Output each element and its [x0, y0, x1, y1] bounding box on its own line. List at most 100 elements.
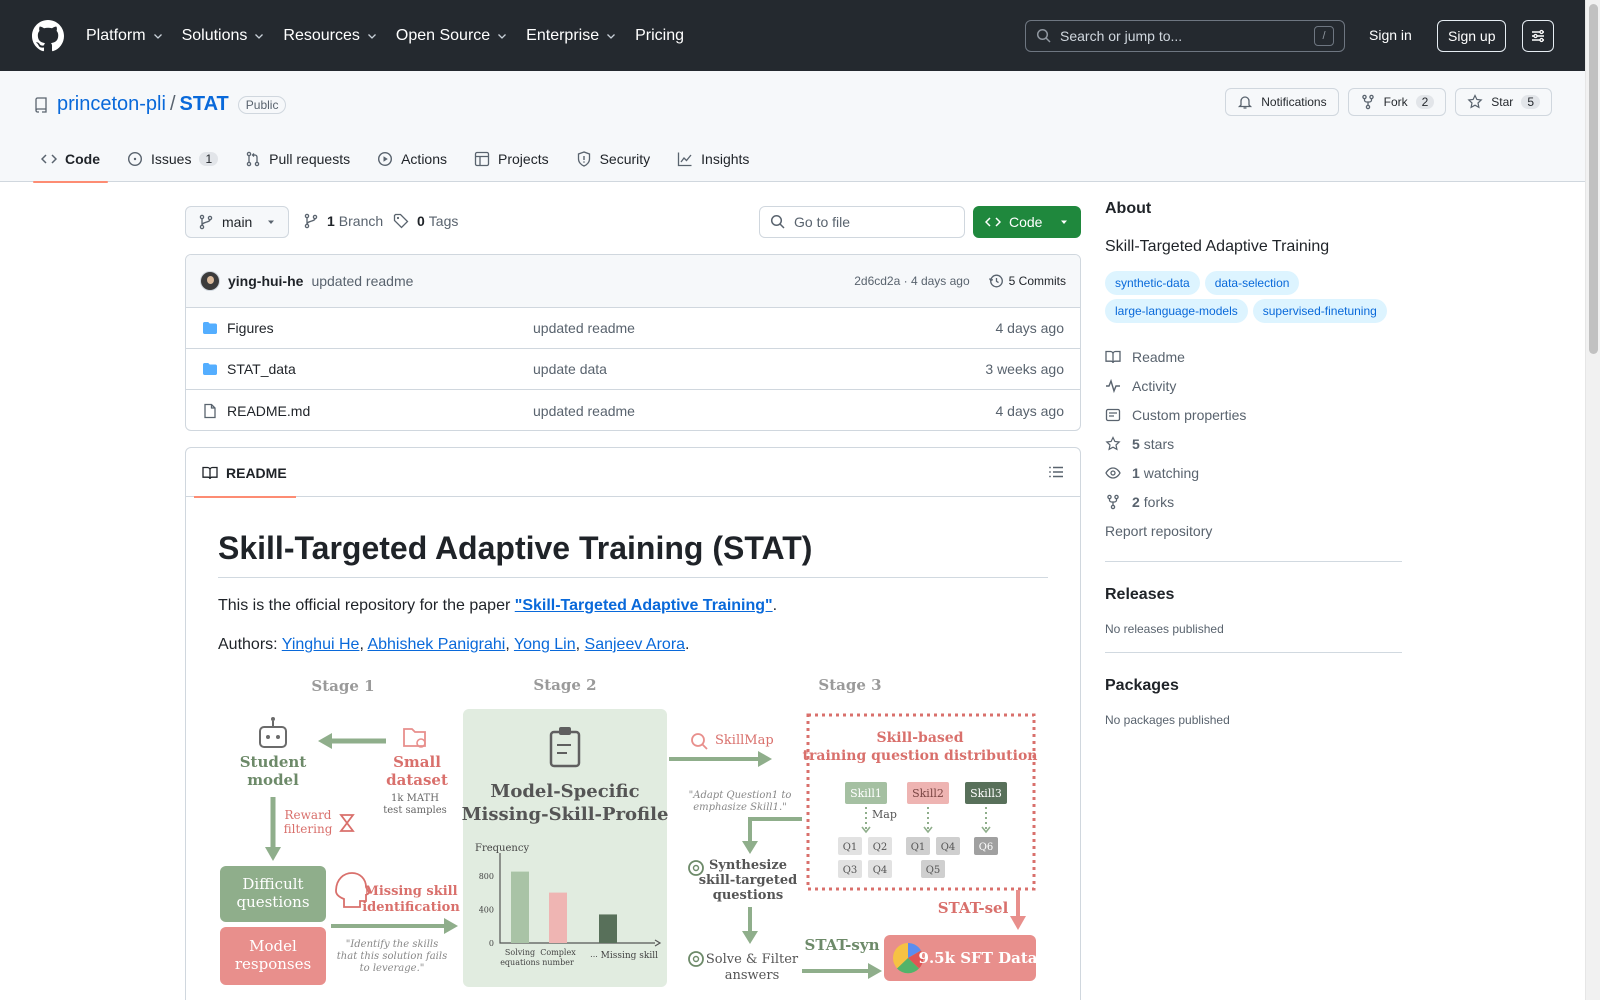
nav-platform[interactable]: Platform — [86, 27, 164, 45]
code-dropdown-button[interactable]: Code — [973, 206, 1081, 238]
notifications-button[interactable]: Notifications — [1225, 88, 1339, 116]
question-chip: Q4 — [873, 865, 888, 876]
github-logo-icon[interactable] — [32, 19, 64, 52]
y-tick-label: 800 — [479, 872, 494, 881]
list-icon[interactable] — [1048, 464, 1064, 480]
star-button[interactable]: Star 5 — [1455, 88, 1552, 116]
avatar[interactable] — [200, 271, 220, 291]
packages-heading[interactable]: Packages — [1105, 677, 1402, 695]
topic-tag[interactable]: data-selection — [1204, 271, 1300, 295]
watching-link[interactable]: 1 watching — [1105, 458, 1402, 487]
topic-tag[interactable]: synthetic-data — [1105, 271, 1200, 295]
custom-properties-link[interactable]: Custom properties — [1105, 400, 1402, 429]
topic-tag[interactable]: large-language-models — [1105, 299, 1248, 323]
sign-up-button[interactable]: Sign up — [1437, 20, 1507, 52]
scrollbar-thumb[interactable] — [1589, 4, 1598, 354]
tab-projects[interactable]: Projects — [466, 135, 557, 182]
repo-name-link[interactable]: STAT — [180, 93, 229, 116]
fork-button[interactable]: Fork 2 — [1347, 88, 1447, 116]
author-link[interactable]: Sanjeev Arora — [585, 636, 686, 653]
tab-label: Actions — [401, 150, 448, 167]
nav-open-source[interactable]: Open Source — [396, 27, 508, 45]
global-search-input[interactable]: Search or jump to... / — [1025, 20, 1345, 52]
file-name-link[interactable]: STAT_data — [227, 361, 296, 377]
file-name-link[interactable]: Figures — [227, 320, 274, 336]
file-commit-message[interactable]: updated readme — [533, 320, 635, 336]
tab-security[interactable]: Security — [568, 135, 659, 182]
stat-syn-label: STAT-syn — [805, 936, 880, 954]
activity-link[interactable]: Activity — [1105, 371, 1402, 400]
chevron-down-icon — [153, 33, 162, 39]
divider — [1105, 561, 1402, 562]
tab-actions[interactable]: Actions — [369, 135, 455, 182]
search-icon — [1036, 28, 1051, 43]
repo-owner-link[interactable]: princeton-pli — [57, 93, 166, 116]
file-name-link[interactable]: README.md — [227, 403, 310, 419]
table-row[interactable]: STAT_data update data 3 weeks ago — [186, 349, 1080, 390]
table-row[interactable]: README.md updated readme 4 days ago — [186, 390, 1080, 430]
stars-link[interactable]: 5 stars — [1105, 429, 1402, 458]
table-row[interactable]: Figures updated readme 4 days ago — [186, 308, 1080, 349]
page-scrollbar[interactable] — [1585, 0, 1600, 1000]
y-tick-label: 400 — [479, 905, 494, 914]
commit-message-link[interactable]: updated readme — [311, 273, 413, 289]
readme-link[interactable]: Readme — [1105, 342, 1402, 371]
branch-icon — [199, 214, 213, 230]
forks-count: 2 — [1132, 493, 1140, 510]
skill-map-icon — [691, 733, 708, 750]
nav-enterprise[interactable]: Enterprise — [526, 27, 617, 45]
branches-link[interactable]: 1 Branch — [303, 213, 383, 229]
releases-heading[interactable]: Releases — [1105, 586, 1402, 604]
branch-select-button[interactable]: main — [185, 206, 289, 238]
notifications-label: Notifications — [1261, 95, 1327, 109]
paper-link[interactable]: "Skill-Targeted Adaptive Training" — [515, 597, 773, 614]
tab-issues[interactable]: Issues 1 — [119, 135, 226, 182]
issue-icon — [127, 151, 143, 166]
report-repository-link[interactable]: Report repository — [1105, 516, 1402, 545]
distribution-title: training question distribution — [803, 748, 1038, 764]
readme-intro: This is the official repository for the … — [218, 594, 1048, 618]
skill2-chip: Skill2 — [912, 787, 944, 800]
settings-menu-button[interactable] — [1522, 20, 1554, 52]
readme-title: Skill-Targeted Adaptive Training (STAT) — [218, 530, 1048, 578]
fork-label: Fork — [1383, 95, 1408, 109]
file-commit-message[interactable]: updated readme — [533, 403, 635, 419]
forks-link[interactable]: 2 forks — [1105, 487, 1402, 516]
star-label: Star — [1491, 95, 1514, 109]
nav-label: Pricing — [635, 26, 684, 44]
tag-label: Tags — [428, 213, 459, 229]
nav-solutions[interactable]: Solutions — [182, 27, 266, 45]
file-commit-message[interactable]: update data — [533, 361, 607, 377]
repo-icon — [35, 96, 47, 113]
watching-count: 1 — [1132, 464, 1140, 481]
tab-pull-requests[interactable]: Pull requests — [237, 135, 358, 182]
repo-tabs: Code Issues 1 Pull requests Actions Proj… — [33, 135, 768, 183]
question-chip: Q4 — [941, 842, 956, 853]
readme-body: Skill-Targeted Adaptive Training (STAT) … — [186, 530, 1080, 991]
commit-author-link[interactable]: ying-hui-he — [228, 273, 303, 289]
tab-insights[interactable]: Insights — [669, 135, 757, 182]
nav-resources[interactable]: Resources — [283, 27, 377, 45]
adapt-quote: "Adapt Question1 to — [689, 790, 792, 801]
sign-in-link[interactable]: Sign in — [1369, 27, 1412, 43]
tags-link[interactable]: 0 Tags — [393, 213, 458, 229]
file-table: ying-hui-he updated readme 2d6cd2a · 4 d… — [185, 254, 1081, 431]
missing-skill-label: identification — [362, 900, 460, 915]
nav-label: Open Source — [395, 26, 491, 44]
author-link[interactable]: Yong Lin — [514, 636, 576, 653]
commits-link[interactable]: 5 Commits — [988, 273, 1066, 289]
about-links: Readme Activity Custom properties 5 stars… — [1105, 342, 1402, 545]
author-link[interactable]: Yinghui He — [282, 636, 360, 653]
commit-hash-time[interactable]: 2d6cd2a · 4 days ago — [854, 274, 969, 288]
chevron-down-icon — [498, 33, 507, 39]
readme-tab-label: README — [226, 464, 287, 481]
go-to-file-input[interactable]: Go to file — [759, 206, 965, 238]
student-model-label: model — [247, 771, 299, 789]
tab-code[interactable]: Code — [33, 135, 108, 183]
author-link[interactable]: Abhishek Panigrahi — [367, 636, 505, 653]
nav-pricing[interactable]: Pricing — [635, 27, 684, 45]
topic-tag[interactable]: supervised-finetuning — [1252, 299, 1387, 323]
solve-filter-label: Solve & Filter — [706, 952, 799, 967]
x-tick-label: number — [542, 958, 574, 967]
readme-tab[interactable]: README — [194, 448, 296, 498]
